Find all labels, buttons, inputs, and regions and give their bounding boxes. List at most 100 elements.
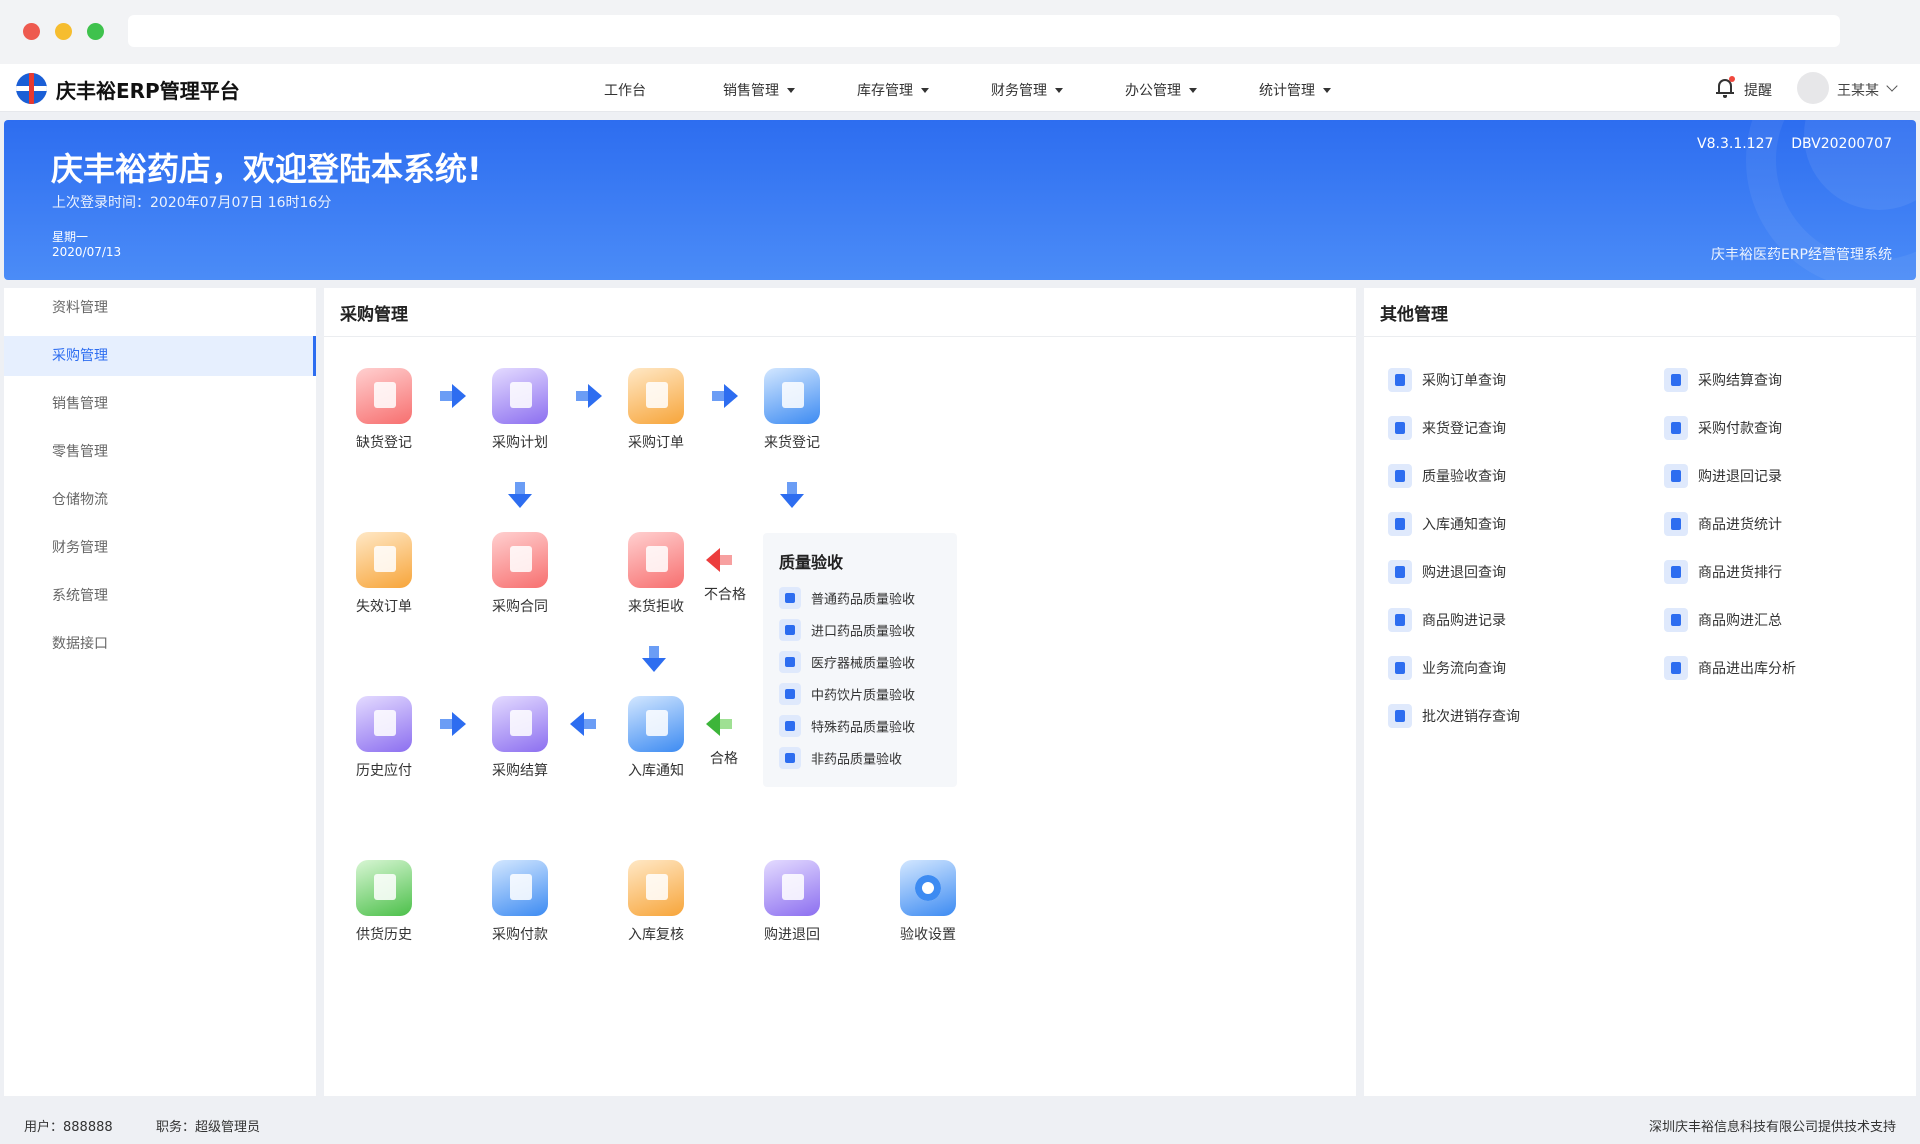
return-query-icon bbox=[1388, 560, 1412, 584]
arrival-query-icon bbox=[1388, 416, 1412, 440]
node-storage-notice[interactable]: 入库通知 bbox=[600, 696, 700, 786]
nav-office[interactable]: 办公管理 bbox=[1125, 80, 1197, 100]
node-purchase-plan[interactable]: 采购计划 bbox=[464, 368, 564, 458]
bell-icon[interactable] bbox=[1716, 76, 1735, 98]
quality-item[interactable]: 进口药品质量验收 bbox=[779, 619, 915, 643]
info-icon bbox=[1388, 608, 1412, 632]
node-label: 失效订单 bbox=[356, 599, 412, 615]
other-item-label: 商品进出库分析 bbox=[1698, 661, 1796, 677]
window-minimize-button[interactable] bbox=[55, 23, 72, 40]
quality-item-label: 普通药品质量验收 bbox=[811, 592, 916, 608]
flow-chart-icon bbox=[1388, 656, 1412, 680]
other-item[interactable]: 采购订单查询 bbox=[1388, 368, 1506, 392]
acceptance-settings-icon bbox=[900, 860, 956, 916]
other-item[interactable]: 批次进销存查询 bbox=[1388, 704, 1520, 728]
history-payable-icon bbox=[356, 696, 412, 752]
purchase-payment-icon bbox=[492, 860, 548, 916]
divider bbox=[324, 336, 1356, 337]
sidebar-item-data[interactable]: 资料管理 bbox=[4, 288, 316, 328]
sidebar-item-sales[interactable]: 销售管理 bbox=[4, 384, 316, 424]
arrow-left-red-icon bbox=[706, 546, 734, 574]
brand-title: 庆丰裕ERP管理平台 bbox=[56, 79, 240, 103]
node-acceptance-settings[interactable]: 验收设置 bbox=[872, 860, 972, 950]
weekday: 星期一 bbox=[52, 230, 89, 244]
node-purchase-settlement[interactable]: 采购结算 bbox=[464, 696, 564, 786]
other-item[interactable]: 商品进货排行 bbox=[1664, 560, 1782, 584]
nav-sales[interactable]: 销售管理 bbox=[723, 80, 795, 100]
other-item-label: 来货登记查询 bbox=[1422, 421, 1506, 437]
node-expired-order[interactable]: 失效订单 bbox=[328, 532, 428, 622]
nav-finance[interactable]: 财务管理 bbox=[991, 80, 1063, 100]
node-arrival-reject[interactable]: 来货拒收 bbox=[600, 532, 700, 622]
node-label: 采购订单 bbox=[628, 435, 684, 451]
purchase-order-icon bbox=[628, 368, 684, 424]
quality-item[interactable]: 特殊药品质量验收 bbox=[779, 715, 915, 739]
node-storage-recheck[interactable]: 入库复核 bbox=[600, 860, 700, 950]
footer-user: 用户：888888 bbox=[24, 1120, 113, 1135]
other-item-label: 购进退回查询 bbox=[1422, 565, 1506, 581]
chevron-down-icon[interactable] bbox=[1886, 80, 1898, 92]
avatar[interactable] bbox=[1797, 72, 1829, 104]
node-label: 购进退回 bbox=[764, 927, 820, 943]
ranking-icon bbox=[1664, 560, 1688, 584]
sidebar-item-retail[interactable]: 零售管理 bbox=[4, 432, 316, 472]
arrival-reject-icon bbox=[628, 532, 684, 588]
other-item[interactable]: 采购付款查询 bbox=[1664, 416, 1782, 440]
nav-inventory[interactable]: 库存管理 bbox=[857, 80, 929, 100]
sidebar-item-interface[interactable]: 数据接口 bbox=[4, 624, 316, 664]
other-item[interactable]: 入库通知查询 bbox=[1388, 512, 1506, 536]
address-bar[interactable] bbox=[128, 15, 1840, 47]
nav-office-label: 办公管理 bbox=[1125, 83, 1181, 99]
user-name[interactable]: 王某某 bbox=[1837, 80, 1879, 100]
nav-workbench[interactable]: 工作台 bbox=[604, 80, 646, 100]
quality-item[interactable]: 医疗器械质量验收 bbox=[779, 651, 915, 675]
browser-chrome bbox=[0, 0, 1920, 64]
other-item[interactable]: 商品进货统计 bbox=[1664, 512, 1782, 536]
node-label: 缺货登记 bbox=[356, 435, 412, 451]
node-label: 历史应付 bbox=[356, 763, 412, 779]
current-date: 2020/07/13 bbox=[52, 245, 122, 259]
other-item[interactable]: 商品进出库分析 bbox=[1664, 656, 1796, 680]
lock-icon bbox=[779, 715, 801, 737]
node-history-payable[interactable]: 历史应付 bbox=[328, 696, 428, 786]
quality-item[interactable]: 中药饮片质量验收 bbox=[779, 683, 915, 707]
other-item[interactable]: 购进退回查询 bbox=[1388, 560, 1506, 584]
node-label: 采购付款 bbox=[492, 927, 548, 943]
top-nav: 庆丰裕ERP管理平台 工作台 销售管理 库存管理 财务管理 办公管理 统计管理 … bbox=[0, 64, 1920, 112]
qualified-label: 合格 bbox=[710, 751, 738, 767]
quality-acceptance-box: 质量验收 普通药品质量验收 进口药品质量验收 医疗器械质量验收 中药饮片质量验收… bbox=[763, 533, 957, 787]
other-item[interactable]: 商品购进汇总 bbox=[1664, 608, 1782, 632]
node-purchase-order[interactable]: 采购订单 bbox=[600, 368, 700, 458]
other-item[interactable]: 来货登记查询 bbox=[1388, 416, 1506, 440]
sidebar-item-warehouse[interactable]: 仓储物流 bbox=[4, 480, 316, 520]
other-item-label: 商品购进汇总 bbox=[1698, 613, 1782, 629]
quality-item[interactable]: 非药品质量验收 bbox=[779, 747, 902, 771]
node-purchase-contract[interactable]: 采购合同 bbox=[464, 532, 564, 622]
node-label: 采购计划 bbox=[492, 435, 548, 451]
node-purchase-payment[interactable]: 采购付款 bbox=[464, 860, 564, 950]
node-label: 采购合同 bbox=[492, 599, 548, 615]
window-maximize-button[interactable] bbox=[87, 23, 104, 40]
other-item[interactable]: 购进退回记录 bbox=[1664, 464, 1782, 488]
node-label: 供货历史 bbox=[356, 927, 412, 943]
node-shortage-register[interactable]: 缺货登记 bbox=[328, 368, 428, 458]
node-label: 来货登记 bbox=[764, 435, 820, 451]
other-item[interactable]: 商品购进记录 bbox=[1388, 608, 1506, 632]
quality-item[interactable]: 普通药品质量验收 bbox=[779, 587, 915, 611]
sidebar-item-purchase[interactable]: 采购管理 bbox=[4, 336, 316, 376]
other-item[interactable]: 采购结算查询 bbox=[1664, 368, 1782, 392]
storage-notice-icon bbox=[628, 696, 684, 752]
sidebar-item-finance[interactable]: 财务管理 bbox=[4, 528, 316, 568]
other-item[interactable]: 业务流向查询 bbox=[1388, 656, 1506, 680]
other-item[interactable]: 质量验收查询 bbox=[1388, 464, 1506, 488]
sidebar-item-system[interactable]: 系统管理 bbox=[4, 576, 316, 616]
node-arrival-register[interactable]: 来货登记 bbox=[736, 368, 836, 458]
node-purchase-return[interactable]: 购进退回 bbox=[736, 860, 836, 950]
expired-order-icon bbox=[356, 532, 412, 588]
node-supply-history[interactable]: 供货历史 bbox=[328, 860, 428, 950]
window-close-button[interactable] bbox=[23, 23, 40, 40]
node-label: 来货拒收 bbox=[628, 599, 684, 615]
nav-statistics[interactable]: 统计管理 bbox=[1259, 80, 1331, 100]
payment-query-icon bbox=[1664, 416, 1688, 440]
remind-link[interactable]: 提醒 bbox=[1744, 80, 1772, 100]
